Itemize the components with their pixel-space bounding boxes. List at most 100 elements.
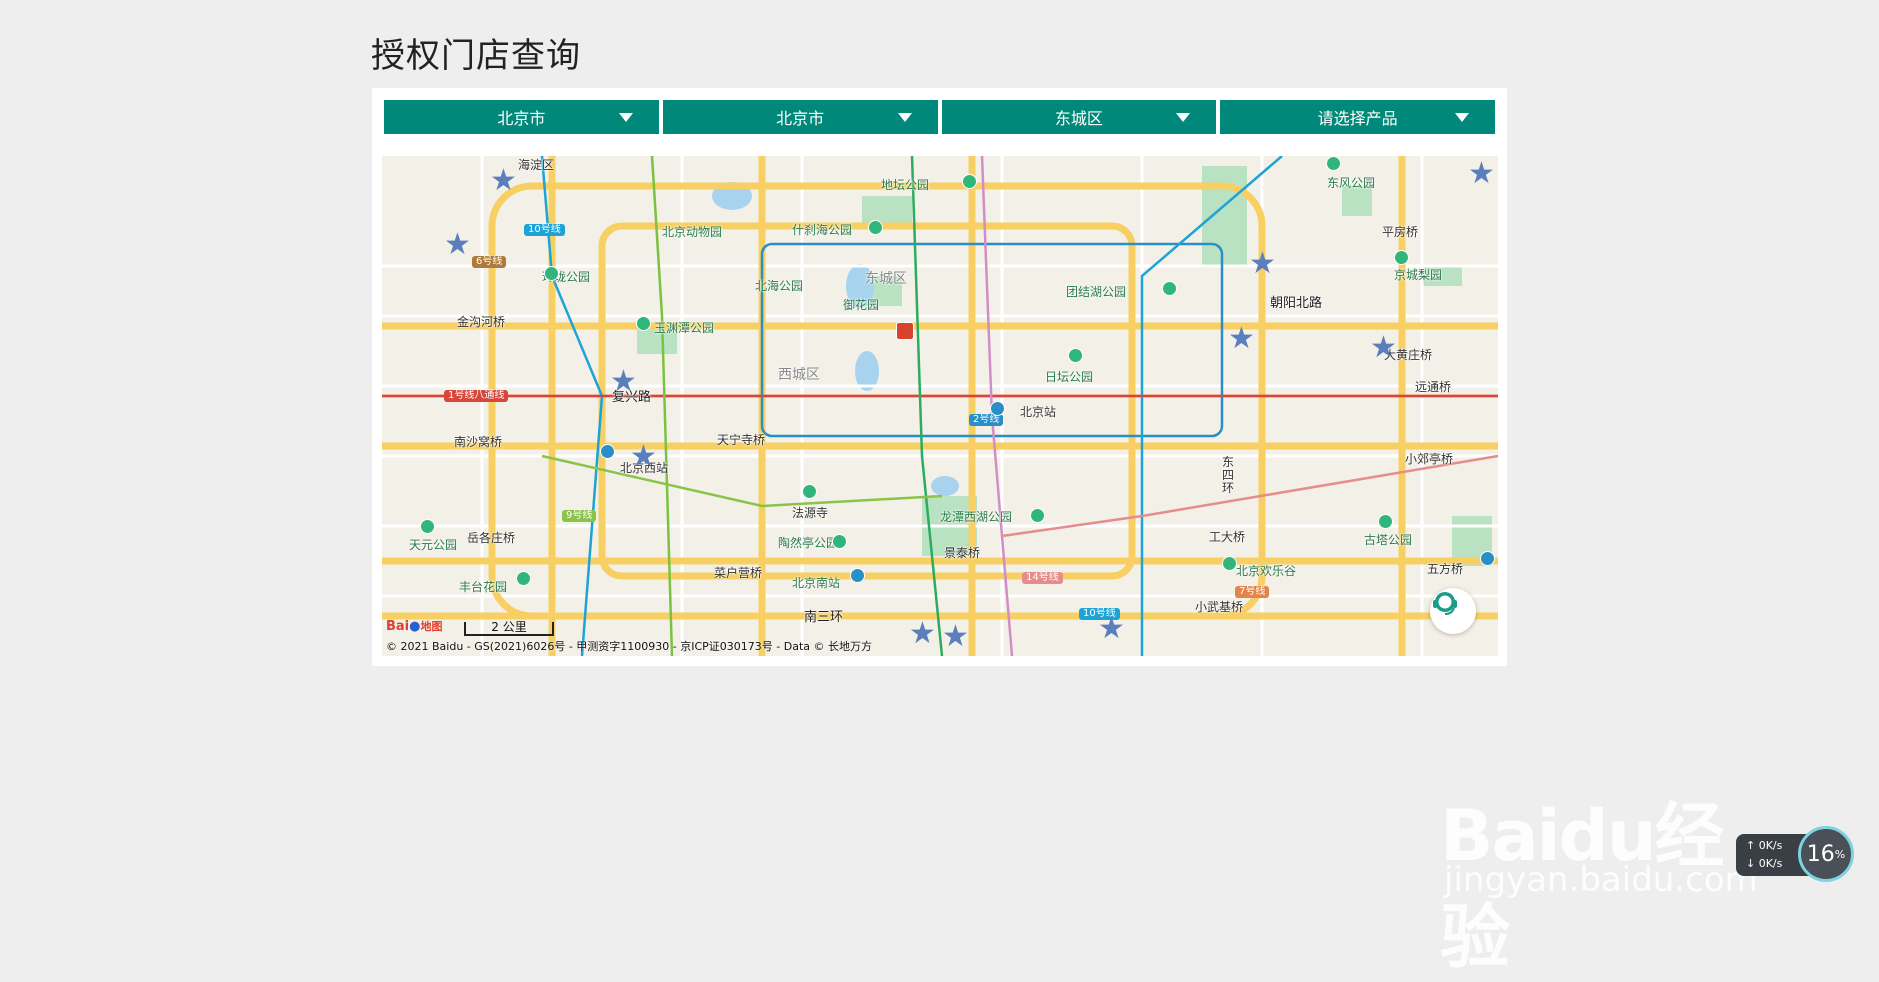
map-label: 南三环 xyxy=(804,610,844,625)
district-select[interactable]: 东城区 xyxy=(941,100,1217,134)
map-label: 天元公园 xyxy=(409,538,458,552)
map-label: 丰台花园 xyxy=(459,580,508,594)
metro-badge: 7号线 xyxy=(1235,586,1270,598)
map-label: 北京南站 xyxy=(792,576,841,590)
map-label: 京城梨园 xyxy=(1394,268,1443,282)
map-label: 北京站 xyxy=(1020,405,1057,419)
park-icon xyxy=(1394,250,1409,265)
map-label: 南沙窝桥 xyxy=(454,435,503,449)
store-query-panel: 北京市 北京市 东城区 请选择产品 海淀区 东风公园 地坛公园 北京动物园 什刹… xyxy=(372,88,1507,666)
store-marker[interactable]: ★ xyxy=(490,166,517,196)
map-label: 龙潭西湖公园 xyxy=(940,510,1013,524)
cpu-usage-unit: % xyxy=(1834,847,1846,861)
park-icon xyxy=(420,519,435,534)
network-monitor-widget[interactable]: ↑ 0K/s ↓ 0K/s 16% xyxy=(1736,826,1854,882)
customer-service-button[interactable] xyxy=(1430,588,1476,634)
map-label: 天宁寺桥 xyxy=(717,433,766,447)
map-label: 朝阳北路 xyxy=(1270,296,1323,311)
store-marker[interactable]: ★ xyxy=(1228,324,1255,354)
store-marker[interactable]: ★ xyxy=(1098,614,1125,644)
store-map[interactable]: 海淀区 东风公园 地坛公园 北京动物园 什刹海公园 平房桥 10号线 6号线 玲… xyxy=(382,156,1498,656)
watermark-url: jingyan.baidu.com xyxy=(1444,860,1758,900)
store-marker[interactable]: ★ xyxy=(1249,249,1276,279)
metro-badge: 10号线 xyxy=(524,224,565,236)
park-icon xyxy=(832,534,847,549)
map-label: 北京欢乐谷 xyxy=(1236,564,1297,578)
map-label: 海淀区 xyxy=(518,158,555,172)
cpu-usage-gauge: 16% xyxy=(1798,826,1854,882)
city-select[interactable]: 北京市 xyxy=(662,100,938,134)
map-label: 地坛公园 xyxy=(881,178,930,192)
filter-bar: 北京市 北京市 东城区 请选择产品 xyxy=(384,100,1495,134)
park-icon xyxy=(636,316,651,331)
store-marker[interactable]: ★ xyxy=(1468,159,1495,189)
map-label: 团结湖公园 xyxy=(1066,285,1127,299)
park-icon xyxy=(1162,281,1177,296)
map-label: 平房桥 xyxy=(1382,225,1419,239)
map-label: 菜户营桥 xyxy=(714,566,763,580)
store-marker[interactable]: ★ xyxy=(630,442,657,472)
park-icon xyxy=(516,571,531,586)
map-scale: 2 公里 xyxy=(464,621,554,636)
chevron-down-icon xyxy=(1455,113,1469,122)
map-label: 日坛公园 xyxy=(1045,370,1094,384)
upload-speed: ↑ 0K/s xyxy=(1746,839,1783,852)
download-speed: ↓ 0K/s xyxy=(1746,857,1783,870)
map-label: 法源寺 xyxy=(792,506,829,520)
map-copyright: © 2021 Baidu - GS(2021)6026号 - 甲测资字11009… xyxy=(386,640,873,653)
province-select[interactable]: 北京市 xyxy=(384,100,659,134)
map-label: 金沟河桥 xyxy=(457,315,506,329)
map-label: 陶然亭公园 xyxy=(778,536,839,550)
park-icon xyxy=(1378,514,1393,529)
store-marker[interactable]: ★ xyxy=(909,619,936,649)
map-label: 工大桥 xyxy=(1209,530,1246,544)
cpu-usage-value: 16 xyxy=(1806,841,1835,867)
park-icon xyxy=(1326,156,1341,171)
district-select-label: 东城区 xyxy=(1054,109,1103,128)
park-icon xyxy=(1222,556,1237,571)
park-icon xyxy=(544,266,559,281)
baidu-jingyan-watermark: Baidu经验 jingyan.baidu.com xyxy=(1440,740,1780,978)
chevron-down-icon xyxy=(1176,113,1191,122)
station-icon xyxy=(1480,551,1495,566)
metro-badge: 9号线 xyxy=(562,510,597,522)
station-icon xyxy=(850,568,865,583)
map-label: 北京动物园 xyxy=(662,225,723,239)
city-select-label: 北京市 xyxy=(776,109,825,128)
baidu-map-logo: Bai●地图 xyxy=(386,619,443,634)
download-speed-value: 0K/s xyxy=(1758,857,1783,870)
map-label: 东风公园 xyxy=(1327,176,1376,190)
map-label: 北海公园 xyxy=(755,279,804,293)
headset-icon xyxy=(1433,592,1457,615)
store-marker[interactable]: ★ xyxy=(1370,333,1397,363)
map-label: 什刹海公园 xyxy=(792,223,853,237)
upload-speed-value: 0K/s xyxy=(1758,839,1783,852)
map-label: 岳各庄桥 xyxy=(467,531,516,545)
station-icon xyxy=(600,444,615,459)
map-label: 西城区 xyxy=(778,367,820,383)
map-label: 五方桥 xyxy=(1427,562,1464,576)
chevron-down-icon xyxy=(897,113,912,122)
map-label: 小郊亭桥 xyxy=(1405,452,1454,466)
map-label: 小武基桥 xyxy=(1195,600,1244,614)
map-label: 远通桥 xyxy=(1415,380,1452,394)
metro-badge: 14号线 xyxy=(1022,572,1063,584)
metro-badge: 1号线八通线 xyxy=(444,390,509,402)
tiananmen-icon xyxy=(896,322,914,340)
map-label: 东城区 xyxy=(865,271,907,287)
park-icon xyxy=(1068,348,1083,363)
chevron-down-icon xyxy=(618,113,633,122)
product-select[interactable]: 请选择产品 xyxy=(1220,100,1495,134)
store-marker[interactable]: ★ xyxy=(942,622,969,652)
park-icon xyxy=(1030,508,1045,523)
park-icon xyxy=(802,484,817,499)
province-select-label: 北京市 xyxy=(497,109,546,128)
park-icon xyxy=(868,220,883,235)
store-marker[interactable]: ★ xyxy=(444,230,471,260)
metro-badge: 6号线 xyxy=(472,256,507,268)
page-title: 授权门店查询 xyxy=(371,36,581,76)
map-label: 玉渊潭公园 xyxy=(654,321,715,335)
store-marker[interactable]: ★ xyxy=(610,367,637,397)
map-label: 御花园 xyxy=(843,298,880,312)
map-label: 景泰桥 xyxy=(944,546,981,560)
